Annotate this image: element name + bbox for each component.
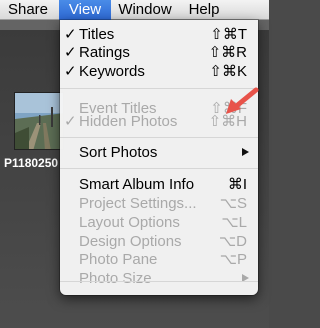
menu-bar: Share View Window Help: [0, 0, 269, 20]
menu-item-photo-size[interactable]: Photo Size: [60, 269, 258, 288]
menu-item-label: Sort Photos: [79, 144, 158, 161]
menu-share[interactable]: Share: [0, 0, 56, 20]
menu-item-label: Photo Pane: [79, 251, 158, 268]
menu-view[interactable]: View: [59, 0, 111, 20]
menu-item-label: Smart Album Info: [79, 176, 195, 193]
menu-item-label: Titles: [79, 26, 115, 43]
menu-item-photo-pane[interactable]: Photo Pane ⌥P: [60, 250, 258, 269]
menu-item-label: Layout Options: [79, 214, 180, 231]
menu-item-titles[interactable]: ✓ Titles ⇧⌘T: [60, 25, 258, 44]
menu-item-layout-options[interactable]: Layout Options ⌥L: [60, 213, 258, 232]
checkmark-icon: ✓: [64, 63, 77, 80]
shortcut: ⌥L: [221, 214, 247, 231]
menu-separator: [60, 168, 258, 169]
red-arrow-icon: [226, 87, 259, 114]
shortcut: ⌥S: [219, 195, 247, 212]
menu-separator: [60, 281, 258, 282]
shortcut: ⌥D: [218, 233, 247, 250]
menu-item-sort-photos[interactable]: Sort Photos: [60, 143, 258, 162]
shortcut: ⌥P: [219, 251, 247, 268]
menu-item-design-options[interactable]: Design Options ⌥D: [60, 232, 258, 251]
menu-item-label: Hidden Photos: [79, 113, 178, 130]
menu-item-label: Project Settings...: [79, 195, 197, 212]
menu-item-label: Photo Size: [79, 270, 152, 287]
menu-help[interactable]: Help: [181, 0, 227, 20]
shortcut: ⇧⌘R: [208, 44, 247, 61]
menu-item-smart-album-info[interactable]: Smart Album Info ⌘I: [60, 175, 258, 194]
checkmark-icon: ✓: [64, 26, 77, 43]
thumbnail-caption: P1180250: [4, 156, 59, 170]
menu-item-label: Ratings: [79, 44, 130, 61]
menu-item-ratings[interactable]: ✓ Ratings ⇧⌘R: [60, 43, 258, 62]
photo-image: [15, 93, 63, 149]
shortcut: ⇧⌘K: [209, 63, 247, 80]
menu-item-project-settings[interactable]: Project Settings... ⌥S: [60, 194, 258, 213]
checkmark-icon: ✓: [64, 44, 77, 61]
shortcut: ⇧⌘T: [210, 26, 247, 43]
view-menu: ✓ Titles ⇧⌘T ✓ Ratings ⇧⌘R ✓ Keywords ⇧⌘…: [60, 20, 258, 295]
menu-item-label: Keywords: [79, 63, 145, 80]
menu-window[interactable]: Window: [113, 0, 177, 20]
menu-separator: [60, 137, 258, 138]
checkmark-icon: ✓: [64, 113, 77, 130]
menu-item-keywords[interactable]: ✓ Keywords ⇧⌘K: [60, 62, 258, 81]
photo-thumbnail[interactable]: [14, 92, 64, 150]
submenu-arrow-icon: [242, 148, 249, 156]
menu-item-label: Design Options: [79, 233, 182, 250]
shortcut: ⌘I: [227, 176, 247, 193]
